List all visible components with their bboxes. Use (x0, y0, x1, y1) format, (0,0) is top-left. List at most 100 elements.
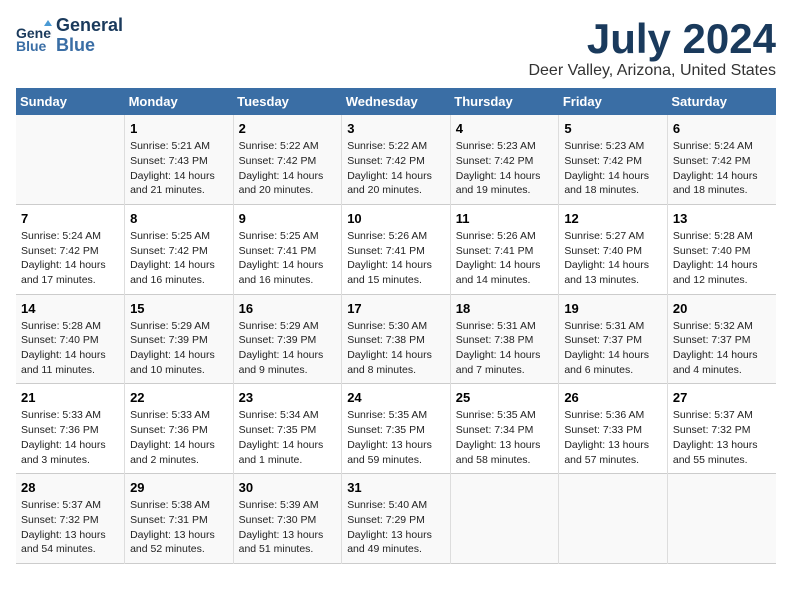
cell-4-3: 31Sunrise: 5:40 AMSunset: 7:29 PMDayligh… (342, 474, 451, 564)
day-num: 24 (347, 390, 445, 405)
month-title: July 2024 (528, 16, 776, 62)
day-num: 6 (673, 121, 771, 136)
cell-2-4: 18 Sunrise: 5:31 AMSunset: 7:38 PMDayligh… (450, 294, 559, 384)
cell-4-0: 28Sunrise: 5:37 AMSunset: 7:32 PMDayligh… (16, 474, 125, 564)
day-num: 16 (239, 301, 337, 316)
cell-3-1: 22 Sunrise: 5:33 AMSunset: 7:36 PMDayligh… (125, 384, 234, 474)
location-title: Deer Valley, Arizona, United States (528, 62, 776, 80)
cell-1-1: 8 Sunrise: 5:25 AMSunset: 7:42 PMDaylight… (125, 204, 234, 294)
cell-1-0: 7 Sunrise: 5:24 AMSunset: 7:42 PMDaylight… (16, 204, 125, 294)
cell-4-5 (559, 474, 668, 564)
cell-info: Sunrise: 5:29 AMSunset: 7:39 PMDaylight:… (130, 320, 215, 376)
cell-info: Sunrise: 5:22 AMSunset: 7:42 PMDaylight:… (347, 140, 432, 196)
cell-2-0: 14Sunrise: 5:28 AMSunset: 7:40 PMDayligh… (16, 294, 125, 384)
day-num: 20 (673, 301, 771, 316)
header-thursday: Thursday (450, 88, 559, 115)
cell-info: Sunrise: 5:23 AMSunset: 7:42 PMDaylight:… (456, 140, 541, 196)
header-row: Sunday Monday Tuesday Wednesday Thursday… (16, 88, 776, 115)
day-num: 31 (347, 480, 445, 495)
cell-info: Sunrise: 5:35 AMSunset: 7:35 PMDaylight:… (347, 409, 432, 465)
cell-info: Sunrise: 5:24 AMSunset: 7:42 PMDaylight:… (673, 140, 758, 196)
cell-3-0: 21 Sunrise: 5:33 AMSunset: 7:36 PMDayligh… (16, 384, 125, 474)
cell-3-2: 23Sunrise: 5:34 AMSunset: 7:35 PMDayligh… (233, 384, 342, 474)
day-num: 9 (239, 211, 337, 226)
svg-text:Blue: Blue (16, 38, 47, 54)
cell-info: Sunrise: 5:33 AMSunset: 7:36 PMDaylight:… (130, 409, 215, 465)
day-num: 17 (347, 301, 445, 316)
cell-info: Sunrise: 5:38 AMSunset: 7:31 PMDaylight:… (130, 499, 215, 555)
day-num: 7 (21, 211, 119, 226)
cell-info: Sunrise: 5:36 AMSunset: 7:33 PMDaylight:… (564, 409, 649, 465)
title-section: July 2024 Deer Valley, Arizona, United S… (528, 16, 776, 80)
cell-info: Sunrise: 5:22 AMSunset: 7:42 PMDaylight:… (239, 140, 324, 196)
calendar-table: Sunday Monday Tuesday Wednesday Thursday… (16, 88, 776, 564)
day-num: 23 (239, 390, 337, 405)
cell-1-6: 13 Sunrise: 5:28 AMSunset: 7:40 PMDayligh… (667, 204, 776, 294)
cell-4-6 (667, 474, 776, 564)
cell-1-5: 12 Sunrise: 5:27 AMSunset: 7:40 PMDayligh… (559, 204, 668, 294)
cell-info: Sunrise: 5:32 AMSunset: 7:37 PMDaylight:… (673, 320, 758, 376)
cell-info: Sunrise: 5:23 AMSunset: 7:42 PMDaylight:… (564, 140, 649, 196)
day-num: 18 (456, 301, 554, 316)
week-row-1: 7 Sunrise: 5:24 AMSunset: 7:42 PMDaylight… (16, 204, 776, 294)
day-num: 12 (564, 211, 662, 226)
cell-info: Sunrise: 5:29 AMSunset: 7:39 PMDaylight:… (239, 320, 324, 376)
week-row-4: 28Sunrise: 5:37 AMSunset: 7:32 PMDayligh… (16, 474, 776, 564)
day-num: 4 (456, 121, 554, 136)
cell-info: Sunrise: 5:31 AMSunset: 7:38 PMDaylight:… (456, 320, 541, 376)
cell-2-5: 19Sunrise: 5:31 AMSunset: 7:37 PMDayligh… (559, 294, 668, 384)
day-num: 3 (347, 121, 445, 136)
cell-info: Sunrise: 5:26 AMSunset: 7:41 PMDaylight:… (347, 230, 432, 286)
cell-4-2: 30 Sunrise: 5:39 AMSunset: 7:30 PMDayligh… (233, 474, 342, 564)
cell-info: Sunrise: 5:33 AMSunset: 7:36 PMDaylight:… (21, 409, 106, 465)
cell-3-4: 25Sunrise: 5:35 AMSunset: 7:34 PMDayligh… (450, 384, 559, 474)
day-num: 5 (564, 121, 662, 136)
day-num: 15 (130, 301, 228, 316)
cell-0-2: 2 Sunrise: 5:22 AMSunset: 7:42 PMDaylight… (233, 115, 342, 204)
day-num: 25 (456, 390, 554, 405)
logo-text: General Blue (56, 16, 123, 56)
header-saturday: Saturday (667, 88, 776, 115)
cell-0-6: 6 Sunrise: 5:24 AMSunset: 7:42 PMDaylight… (667, 115, 776, 204)
cell-info: Sunrise: 5:39 AMSunset: 7:30 PMDaylight:… (239, 499, 324, 555)
cell-4-4 (450, 474, 559, 564)
cell-info: Sunrise: 5:37 AMSunset: 7:32 PMDaylight:… (21, 499, 106, 555)
day-num: 11 (456, 211, 554, 226)
header: General Blue General Blue July 2024 Deer… (16, 16, 776, 80)
header-sunday: Sunday (16, 88, 125, 115)
cell-info: Sunrise: 5:21 AMSunset: 7:43 PMDaylight:… (130, 140, 215, 196)
cell-2-6: 20 Sunrise: 5:32 AMSunset: 7:37 PMDayligh… (667, 294, 776, 384)
cell-info: Sunrise: 5:31 AMSunset: 7:37 PMDaylight:… (564, 320, 649, 376)
cell-3-6: 27 Sunrise: 5:37 AMSunset: 7:32 PMDayligh… (667, 384, 776, 474)
header-monday: Monday (125, 88, 234, 115)
day-num: 22 (130, 390, 228, 405)
week-row-0: 1 Sunrise: 5:21 AMSunset: 7:43 PMDaylight… (16, 115, 776, 204)
cell-2-2: 16 Sunrise: 5:29 AMSunset: 7:39 PMDayligh… (233, 294, 342, 384)
cell-info: Sunrise: 5:24 AMSunset: 7:42 PMDaylight:… (21, 230, 106, 286)
cell-info: Sunrise: 5:37 AMSunset: 7:32 PMDaylight:… (673, 409, 758, 465)
cell-3-5: 26 Sunrise: 5:36 AMSunset: 7:33 PMDayligh… (559, 384, 668, 474)
day-num: 26 (564, 390, 662, 405)
cell-info: Sunrise: 5:26 AMSunset: 7:41 PMDaylight:… (456, 230, 541, 286)
day-num: 10 (347, 211, 445, 226)
day-num: 21 (21, 390, 119, 405)
cell-info: Sunrise: 5:25 AMSunset: 7:41 PMDaylight:… (239, 230, 324, 286)
logo: General Blue General Blue (16, 16, 123, 56)
cell-1-2: 9 Sunrise: 5:25 AMSunset: 7:41 PMDaylight… (233, 204, 342, 294)
cell-0-4: 4 Sunrise: 5:23 AMSunset: 7:42 PMDaylight… (450, 115, 559, 204)
day-num: 2 (239, 121, 337, 136)
cell-info: Sunrise: 5:28 AMSunset: 7:40 PMDaylight:… (673, 230, 758, 286)
cell-2-3: 17Sunrise: 5:30 AMSunset: 7:38 PMDayligh… (342, 294, 451, 384)
cell-info: Sunrise: 5:27 AMSunset: 7:40 PMDaylight:… (564, 230, 649, 286)
header-friday: Friday (559, 88, 668, 115)
day-num: 8 (130, 211, 228, 226)
day-num: 27 (673, 390, 771, 405)
day-num: 30 (239, 480, 337, 495)
logo-line2: Blue (56, 36, 123, 56)
week-row-2: 14Sunrise: 5:28 AMSunset: 7:40 PMDayligh… (16, 294, 776, 384)
cell-0-5: 5 Sunrise: 5:23 AMSunset: 7:42 PMDaylight… (559, 115, 668, 204)
day-num: 1 (130, 121, 228, 136)
cell-info: Sunrise: 5:25 AMSunset: 7:42 PMDaylight:… (130, 230, 215, 286)
cell-2-1: 15 Sunrise: 5:29 AMSunset: 7:39 PMDayligh… (125, 294, 234, 384)
day-num: 13 (673, 211, 771, 226)
